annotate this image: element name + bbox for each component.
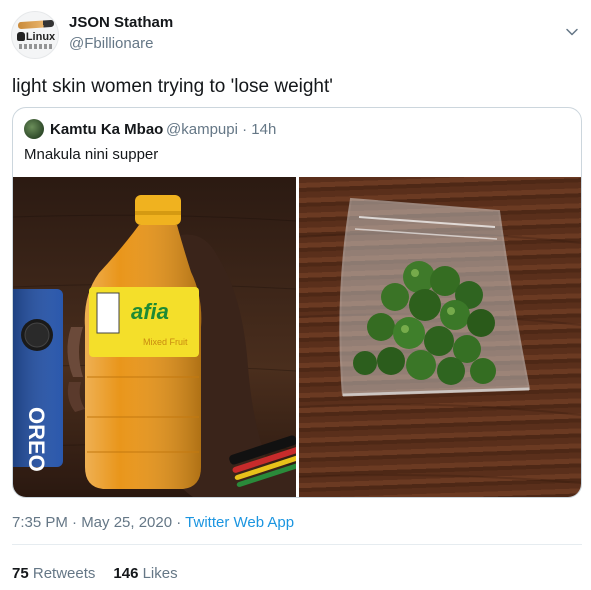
- oreo-text: OREO: [24, 407, 49, 472]
- quoted-tweet-card[interactable]: Kamtu Ka Mbao @kampupi · 14h Mnakula nin…: [12, 107, 582, 498]
- tweet-stats: 75 Retweets 146 Likes: [12, 565, 178, 582]
- likes-stat[interactable]: 146 Likes: [113, 565, 177, 582]
- quoted-tweet-text: Mnakula nini supper: [24, 146, 159, 163]
- media-photo-bottle[interactable]: OREO afia Mixed Fruit: [13, 177, 296, 497]
- avatar-tagline: [19, 44, 53, 49]
- oreo-package: OREO: [13, 289, 63, 472]
- quoted-tweet-time[interactable]: · 14h: [242, 121, 276, 138]
- quoted-author-name[interactable]: Kamtu Ka Mbao: [50, 121, 163, 138]
- tux-icon: [16, 32, 25, 41]
- retweets-label: Retweets: [32, 565, 96, 582]
- chevron-down-icon[interactable]: [565, 25, 579, 39]
- bottle-flavor-text: Mixed Fruit: [143, 337, 188, 347]
- afia-logo-text: afia: [131, 299, 169, 324]
- tweet-text: light skin women trying to 'lose weight': [12, 76, 333, 97]
- source-app-link[interactable]: Twitter Web App: [185, 514, 294, 531]
- likes-label: Likes: [142, 565, 178, 582]
- quoted-author-avatar[interactable]: [24, 119, 44, 139]
- media-photo-peas[interactable]: [299, 177, 581, 497]
- retweets-count: 75: [12, 565, 29, 582]
- plastic-bag: [339, 197, 531, 397]
- likes-count: 146: [113, 565, 139, 582]
- author-avatar[interactable]: Linux: [11, 11, 59, 59]
- avatar-logo-text: Linux: [25, 31, 56, 43]
- retweets-stat[interactable]: 75 Retweets: [12, 565, 95, 582]
- media-grid: OREO afia Mixed Fruit: [13, 177, 581, 497]
- pencil-icon: [17, 19, 55, 30]
- quoted-author-handle[interactable]: @kampupi: [166, 121, 238, 138]
- author-handle[interactable]: @Fbillionare: [69, 35, 153, 52]
- tweet-header: Linux JSON Statham @Fbillionare: [0, 0, 591, 64]
- divider: [12, 544, 582, 545]
- bag-of-peas-illustration: [299, 197, 581, 484]
- author-name[interactable]: JSON Statham: [69, 14, 173, 31]
- tweet-timestamp[interactable]: 7:35 PM · May 25, 2020 ·: [12, 514, 185, 531]
- bottle-and-cookies-illustration: OREO afia Mixed Fruit: [13, 195, 296, 497]
